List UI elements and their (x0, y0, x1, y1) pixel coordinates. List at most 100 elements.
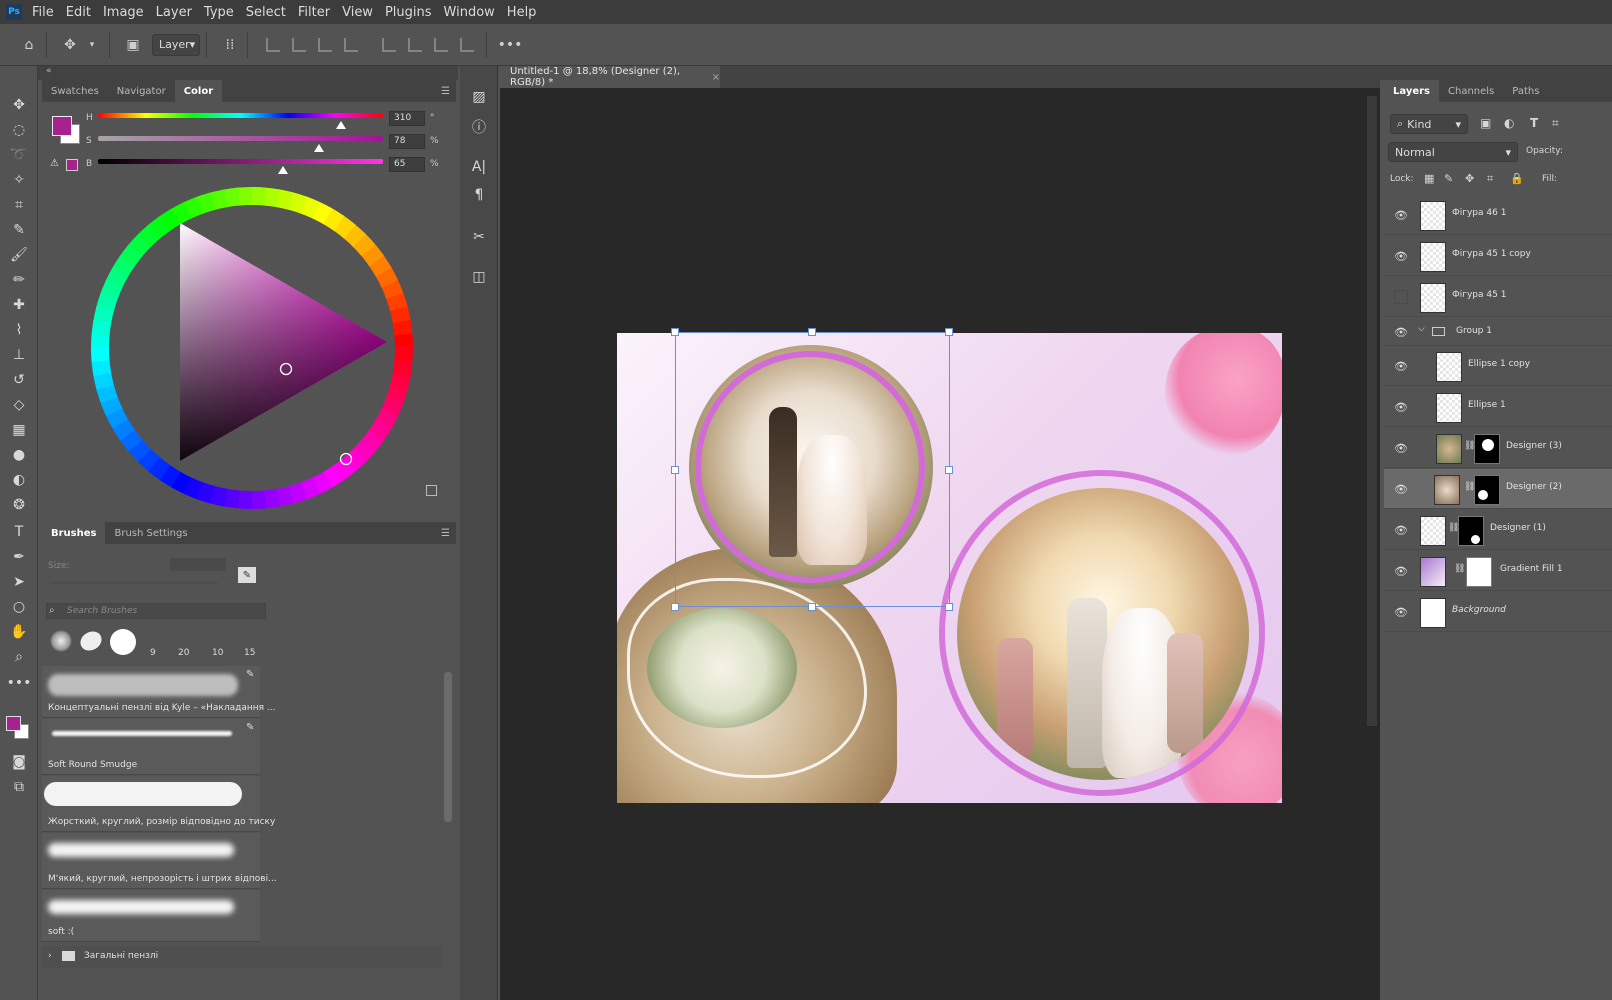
paragraph-icon[interactable]: ¶ (468, 184, 490, 206)
dodge-tool-icon[interactable]: ◐ (7, 469, 31, 491)
saturation-slider[interactable] (98, 136, 383, 141)
eye-icon[interactable]: 👁 (1394, 400, 1408, 414)
layer-row[interactable]: 👁 Background (1384, 592, 1612, 632)
foreground-color-swatch[interactable] (6, 716, 21, 731)
lasso-tool-icon[interactable]: ➰ (7, 144, 31, 166)
transform-handle-top-right[interactable] (945, 328, 953, 336)
brush-preset-size[interactable]: 15 (244, 648, 255, 658)
properties-icon[interactable]: ▨ (468, 86, 490, 108)
transform-controls-icon[interactable]: ⁞⁞ (219, 34, 241, 56)
layer-group-row[interactable]: 👁 ⌵ Group 1 (1384, 318, 1612, 346)
hue-input[interactable]: 310 (389, 111, 425, 126)
brush-preset-size[interactable]: 20 (178, 648, 189, 658)
libraries-icon[interactable]: ◫ (468, 266, 490, 288)
saturation-input[interactable]: 78 (389, 134, 425, 149)
align-bottom-icon[interactable] (434, 37, 448, 52)
link-icon[interactable]: ⛓ (1454, 564, 1465, 574)
layer-mask-thumbnail[interactable] (1474, 434, 1500, 464)
eye-icon[interactable]: 👁 (1394, 523, 1408, 537)
brush-preset-hard[interactable] (110, 629, 136, 655)
brush-folder[interactable]: › Загальні пензлі (42, 946, 442, 968)
align-top-icon[interactable] (382, 37, 396, 52)
clone-stamp-icon[interactable]: ⊥ (7, 344, 31, 366)
history-brush-icon[interactable]: ↺ (7, 369, 31, 391)
eye-icon[interactable]: 👁 (1394, 325, 1408, 339)
tab-channels[interactable]: Channels (1439, 80, 1503, 102)
eye-icon[interactable]: 👁 (1394, 605, 1408, 619)
hue-slider[interactable] (98, 113, 383, 118)
layer-row-selected[interactable]: 👁 ⛓ Designer (2) (1384, 469, 1612, 509)
visibility-toggle[interactable] (1394, 290, 1408, 304)
brush-item[interactable]: Жорсткий, круглий, розмір відповідно до … (42, 776, 275, 832)
lock-position-icon[interactable]: ✥ (1465, 172, 1474, 185)
menu-type[interactable]: Type (204, 5, 234, 20)
tab-brush-settings[interactable]: Brush Settings (105, 522, 196, 544)
menu-help[interactable]: Help (507, 5, 537, 20)
menu-plugins[interactable]: Plugins (385, 5, 432, 20)
transform-handle-right[interactable] (945, 466, 953, 474)
close-icon[interactable]: × (712, 72, 720, 83)
eye-icon[interactable]: 👁 (1394, 208, 1408, 222)
distribute-icon[interactable] (344, 37, 358, 52)
layer-filter-dropdown[interactable]: ⌕ Kind ▾ (1390, 114, 1468, 134)
filter-pixel-icon[interactable]: ▣ (1480, 116, 1491, 130)
auto-select-icon[interactable]: ▣ (122, 34, 144, 56)
eraser-icon[interactable]: ◇ (7, 394, 31, 416)
brush-preset-oval[interactable] (76, 627, 106, 655)
brightness-slider-thumb[interactable] (278, 166, 288, 174)
layer-mask-thumbnail[interactable] (1458, 516, 1484, 546)
zoom-tool-icon[interactable]: ⌕ (7, 646, 31, 668)
eye-icon[interactable]: 👁 (1394, 249, 1408, 263)
move-tool-icon[interactable]: ✥ (7, 94, 31, 116)
brush-search[interactable]: ⌕ Search Brushes (46, 603, 266, 619)
marquee-tool-icon[interactable]: ◌ (7, 119, 31, 141)
brush-tool-icon[interactable]: 🖌 (7, 244, 31, 266)
gradient-tool-icon[interactable]: ▦ (7, 419, 31, 441)
brush-item[interactable]: ✎ Концептуальні пензлі від Kyle – «Накла… (42, 666, 276, 718)
collapse-icon[interactable]: « (46, 66, 52, 76)
gamut-color-swatch[interactable] (66, 159, 78, 171)
layer-row[interactable]: 👁 Ellipse 1 copy (1384, 346, 1612, 386)
tab-brushes[interactable]: Brushes (42, 522, 106, 544)
align-left-icon[interactable] (266, 37, 280, 52)
filter-type-icon[interactable]: T (1530, 116, 1538, 130)
pen-tool-icon[interactable]: ✒ (7, 546, 31, 568)
blur-tool-icon[interactable]: ● (7, 444, 31, 466)
healing-brush-icon[interactable]: ✚ (7, 294, 31, 316)
eye-icon[interactable]: 👁 (1394, 441, 1408, 455)
tab-color[interactable]: Color (174, 80, 223, 102)
brush-item[interactable]: М'який, круглий, непрозорість і штрих ві… (42, 833, 277, 889)
color-wheel[interactable] (87, 183, 417, 513)
path-select-icon[interactable]: ➤ (7, 571, 31, 593)
layer-row[interactable]: Фігура 45 1 (1384, 277, 1612, 317)
pencil-tool-icon[interactable]: ✏ (7, 269, 31, 291)
auto-select-dropdown[interactable]: Layer ▾ (152, 33, 200, 56)
eye-icon[interactable]: 👁 (1394, 564, 1408, 578)
expand-panel-icon[interactable] (426, 485, 437, 496)
brush-preset-soft[interactable] (50, 630, 72, 652)
transform-handle-bottom-right[interactable] (945, 603, 953, 611)
vertical-scrollbar[interactable] (1367, 96, 1377, 726)
panel-menu-icon[interactable]: ☰ (441, 80, 456, 102)
filter-shape-icon[interactable]: ⌗ (1552, 116, 1559, 131)
menu-window[interactable]: Window (444, 5, 495, 20)
lock-transparency-icon[interactable]: ▦ (1424, 172, 1434, 185)
brightness-input[interactable]: 65 (389, 157, 425, 172)
chevron-down-icon[interactable]: ▾ (81, 34, 103, 56)
hand-tool-icon[interactable]: ✋ (7, 621, 31, 643)
menu-select[interactable]: Select (246, 5, 286, 20)
screen-mode-icon[interactable]: ⧉ (7, 776, 31, 798)
transform-bounding-box[interactable] (675, 332, 950, 607)
transform-handle-bottom-left[interactable] (671, 603, 679, 611)
transform-handle-bottom[interactable] (808, 603, 816, 611)
align-right-icon[interactable] (318, 37, 332, 52)
eyedropper-icon[interactable]: ✎ (7, 219, 31, 241)
distribute-vertical-icon[interactable] (460, 37, 474, 52)
saturation-slider-thumb[interactable] (314, 144, 324, 152)
menu-layer[interactable]: Layer (156, 5, 192, 20)
layer-mask-thumbnail[interactable] (1474, 475, 1500, 505)
filter-adjustment-icon[interactable]: ◐ (1504, 116, 1514, 130)
document-tab[interactable]: Untitled-1 @ 18,8% (Designer (2), RGB/8)… (500, 66, 720, 88)
layer-row[interactable]: 👁 Ellipse 1 (1384, 387, 1612, 427)
lock-paint-icon[interactable]: ✎ (1444, 172, 1453, 185)
